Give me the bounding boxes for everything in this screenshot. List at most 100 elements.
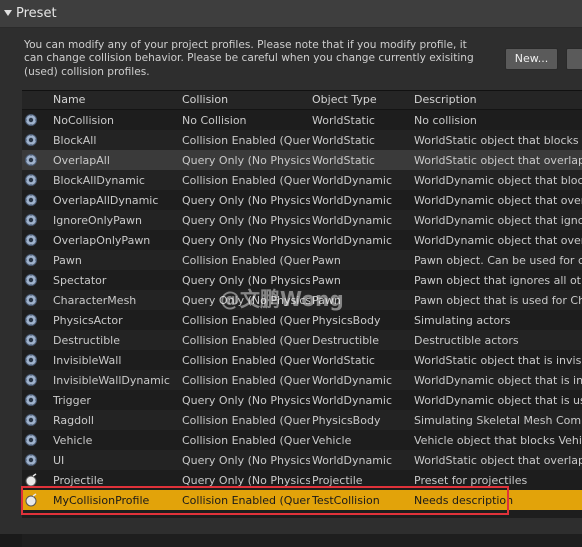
collision-cell: Query Only (No Physics C xyxy=(182,154,310,167)
profile-name-cell: Projectile xyxy=(53,474,104,487)
profile-name-cell: OverlapAll xyxy=(53,154,110,167)
collision-profile-icon xyxy=(24,133,38,147)
table-row[interactable]: NoCollision No Collision WorldStatic No col… xyxy=(22,110,582,130)
object-type-cell: WorldDynamic xyxy=(312,234,393,247)
collision-profile-icon xyxy=(24,313,38,327)
collision-profile-icon xyxy=(24,353,38,367)
collision-cell: No Collision xyxy=(182,114,247,127)
profiles-table: Name Collision Object Type Description N… xyxy=(22,90,582,547)
table-row[interactable]: BlockAllCollision Enabled (Query aWorldS… xyxy=(22,130,582,150)
collision-cell: Collision Enabled (Query a xyxy=(182,434,310,447)
collision-cell: Query Only (No Physics C xyxy=(182,454,310,467)
profile-name-cell: OverlapOnlyPawn xyxy=(53,234,151,247)
description-cell: WorldStatic object that blocks all xyxy=(414,134,582,147)
description-cell: WorldDynamic object that overlap xyxy=(414,194,582,207)
table-row[interactable]: Ragdoll Collision Enabled (Query aPhysics… xyxy=(22,410,582,430)
table-row[interactable]: BlockAllDynamic Collision Enabled (Query … xyxy=(22,170,582,190)
description-cell: Vehicle object that blocks Vehicle xyxy=(414,434,582,447)
collision-profile-icon xyxy=(24,113,38,127)
profile-name-cell: MyCollisionProfile xyxy=(53,494,150,507)
collision-profile-icon xyxy=(24,253,38,267)
section-title: Preset xyxy=(16,6,57,21)
object-type-cell: PhysicsBody xyxy=(312,314,381,327)
table-row[interactable]: MyCollisionProfile Collision Enabled (Que… xyxy=(22,490,582,510)
table-row[interactable]: InvisibleWall Collision Enabled (Query a W… xyxy=(22,350,582,370)
description-cell: WorldDynamic object that overlap xyxy=(414,234,582,247)
description-cell: Preset for projectiles xyxy=(414,474,528,487)
preset-panel: You can modify any of your project profi… xyxy=(0,28,582,547)
column-header-collision[interactable]: Collision xyxy=(182,93,228,106)
description-cell: No collision xyxy=(414,114,477,127)
object-type-cell: WorldDynamic xyxy=(312,174,393,187)
profile-name-cell: Ragdoll xyxy=(53,414,94,427)
collision-profile-icon xyxy=(24,273,38,287)
object-type-cell: WorldDynamic xyxy=(312,374,393,387)
table-row[interactable]: OverlapOnlyPawn Query Only (No Physics CW… xyxy=(22,230,582,250)
table-row[interactable]: UI Query Only (No Physics C WorldDynamic Wo… xyxy=(22,450,582,470)
column-header-description[interactable]: Description xyxy=(414,93,477,106)
description-cell: Pawn object that is used for Chara xyxy=(414,294,582,307)
object-type-cell: WorldDynamic xyxy=(312,194,393,207)
profile-name-cell: UI xyxy=(53,454,65,467)
description-cell: Destructible actors xyxy=(414,334,519,347)
profile-name-cell: BlockAllDynamic xyxy=(53,174,145,187)
collision-profile-icon xyxy=(24,153,38,167)
new-profile-button[interactable]: New... xyxy=(505,48,558,70)
object-type-cell: TestCollision xyxy=(312,494,380,507)
profile-name-cell: Pawn xyxy=(53,254,82,267)
bottom-bar xyxy=(0,518,582,534)
profile-name-cell: PhysicsActor xyxy=(53,314,123,327)
profile-name-cell: Spectator xyxy=(53,274,107,287)
table-row[interactable]: Vehicle Collision Enabled (Query a Vehicle… xyxy=(22,430,582,450)
description-cell: WorldStatic object that is invisibl xyxy=(414,354,582,367)
profile-name-cell: IgnoreOnlyPawn xyxy=(53,214,143,227)
profile-name-cell: Trigger xyxy=(53,394,91,407)
description-cell: WorldDynamic object that is used xyxy=(414,394,582,407)
object-type-cell: PhysicsBody xyxy=(312,414,381,427)
table-header: Name Collision Object Type Description xyxy=(22,91,582,110)
collision-cell: Query Only (No Physics C xyxy=(182,214,310,227)
table-row[interactable]: DestructibleCollision Enabled (Query aDe… xyxy=(22,330,582,350)
collision-profile-icon xyxy=(24,333,38,347)
collision-cell: Query Only (No Physics C xyxy=(182,234,310,247)
preset-section-header[interactable]: Preset xyxy=(0,0,582,28)
table-row[interactable]: OverlapAll Query Only (No Physics C WorldS… xyxy=(22,150,582,170)
collision-profile-icon xyxy=(24,433,38,447)
collapse-arrow-icon[interactable] xyxy=(4,10,12,16)
column-header-name[interactable]: Name xyxy=(53,93,85,106)
table-row[interactable]: PhysicsActor Collision Enabled (Query aPh… xyxy=(22,310,582,330)
object-type-cell: Pawn xyxy=(312,254,341,267)
description-cell: Needs description xyxy=(414,494,514,507)
table-row[interactable]: InvisibleWallDynamic Collision Enabled (Q… xyxy=(22,370,582,390)
collision-cell: Collision Enabled (Query a xyxy=(182,314,310,327)
collision-profile-icon xyxy=(24,173,38,187)
collision-profile-icon xyxy=(24,293,38,307)
profile-name-cell: BlockAll xyxy=(53,134,97,147)
profile-name-cell: Vehicle xyxy=(53,434,93,447)
column-header-object-type[interactable]: Object Type xyxy=(312,93,377,106)
table-row[interactable]: Projectile Query Only (No Physics C Projec… xyxy=(22,470,582,490)
table-row[interactable]: Trigger Query Only (No Physics C WorldDyna… xyxy=(22,390,582,410)
object-type-cell: WorldDynamic xyxy=(312,394,393,407)
collision-cell: Collision Enabled (Query a xyxy=(182,354,310,367)
description-cell: WorldDynamic object that ignores xyxy=(414,214,582,227)
collision-cell: Query Only (No Physics C xyxy=(182,194,310,207)
object-type-cell: WorldStatic xyxy=(312,134,375,147)
collision-cell: Query Only (No Physics C xyxy=(182,474,310,487)
collision-profile-icon xyxy=(24,193,38,207)
table-row[interactable]: PawnCollision Enabled (Query aPawnPawn o… xyxy=(22,250,582,270)
collision-cell: Collision Enabled (Query a xyxy=(182,254,310,267)
collision-cell: Collision Enabled (Query a xyxy=(182,494,310,507)
more-button[interactable] xyxy=(566,48,582,70)
profile-notice-text: You can modify any of your project profi… xyxy=(24,39,474,78)
profile-name-cell: InvisibleWall xyxy=(53,354,122,367)
object-type-cell: WorldStatic xyxy=(312,114,375,127)
table-row[interactable]: OverlapAllDynamic Query Only (No Physics … xyxy=(22,190,582,210)
profile-name-cell: NoCollision xyxy=(53,114,115,127)
table-row[interactable]: IgnoreOnlyPawn Query Only (No Physics C Wo… xyxy=(22,210,582,230)
object-type-cell: WorldDynamic xyxy=(312,214,393,227)
profile-name-cell: CharacterMesh xyxy=(53,294,137,307)
description-cell: WorldStatic object that overlaps a xyxy=(414,154,582,167)
object-type-cell: WorldDynamic xyxy=(312,454,393,467)
collision-profile-icon xyxy=(24,393,38,407)
